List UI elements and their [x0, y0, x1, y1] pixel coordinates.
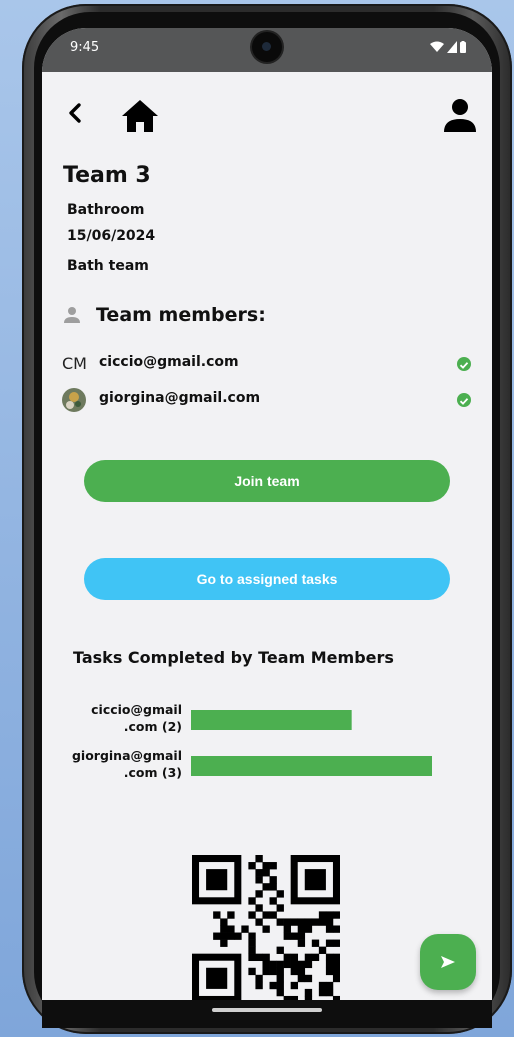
- send-icon: [441, 956, 455, 968]
- battery-icon: [460, 41, 466, 53]
- home-button[interactable]: [120, 98, 160, 134]
- check-circle-icon: [457, 393, 471, 407]
- navigation-bar: [42, 1000, 492, 1028]
- member-row: CM ciccio@gmail.com: [62, 352, 482, 378]
- member-avatar: [62, 388, 86, 419]
- profile-button[interactable]: [440, 96, 480, 136]
- qr-code-icon: [192, 855, 341, 1000]
- person-icon: [444, 99, 476, 132]
- front-camera: [252, 32, 282, 62]
- top-app-bar: [42, 72, 492, 152]
- member-row: giorgina@gmail.com: [62, 388, 482, 414]
- app-screen: 9:45 Team 3 Bathroom 15/06/2024 Bath tea…: [42, 28, 492, 1000]
- bar-label: ciccio@gmail: [91, 702, 182, 717]
- check-circle-icon: [457, 357, 471, 371]
- bar-label: .com (2): [124, 719, 182, 734]
- status-time: 9:45: [70, 40, 100, 55]
- join-team-button[interactable]: Join team: [84, 460, 450, 502]
- members-header: Team members:: [62, 304, 266, 326]
- bar-label: .com (3): [124, 765, 182, 780]
- tasks-bar-chart: ciccio@gmail .com (2) giorgina@gmail .com (…: [72, 702, 432, 780]
- team-room: Bathroom: [67, 202, 145, 218]
- home-indicator[interactable]: [212, 1008, 322, 1012]
- member-avatar: CM: [62, 354, 87, 373]
- team-date: 15/06/2024: [67, 228, 156, 244]
- member-email: giorgina@gmail.com: [99, 390, 261, 406]
- members-title: Team members:: [96, 304, 266, 326]
- team-title: Team 3: [63, 163, 151, 188]
- qr-code: [192, 855, 341, 1000]
- bar: [191, 756, 432, 776]
- back-button[interactable]: [64, 100, 90, 130]
- chevron-left-icon: [69, 103, 81, 123]
- home-icon: [122, 100, 158, 132]
- signal-icon: [447, 41, 457, 53]
- status-bar: 9:45: [42, 28, 492, 72]
- chart-title: Tasks Completed by Team Members: [73, 648, 394, 667]
- bar: [191, 710, 352, 730]
- send-button[interactable]: [420, 934, 476, 990]
- wifi-icon: [430, 41, 444, 52]
- system-icons: [430, 41, 466, 53]
- member-email: ciccio@gmail.com: [99, 354, 239, 370]
- assigned-tasks-button[interactable]: Go to assigned tasks: [84, 558, 450, 600]
- team-description: Bath team: [67, 258, 149, 274]
- bar-label: giorgina@gmail: [72, 748, 182, 763]
- person-icon: [64, 307, 80, 323]
